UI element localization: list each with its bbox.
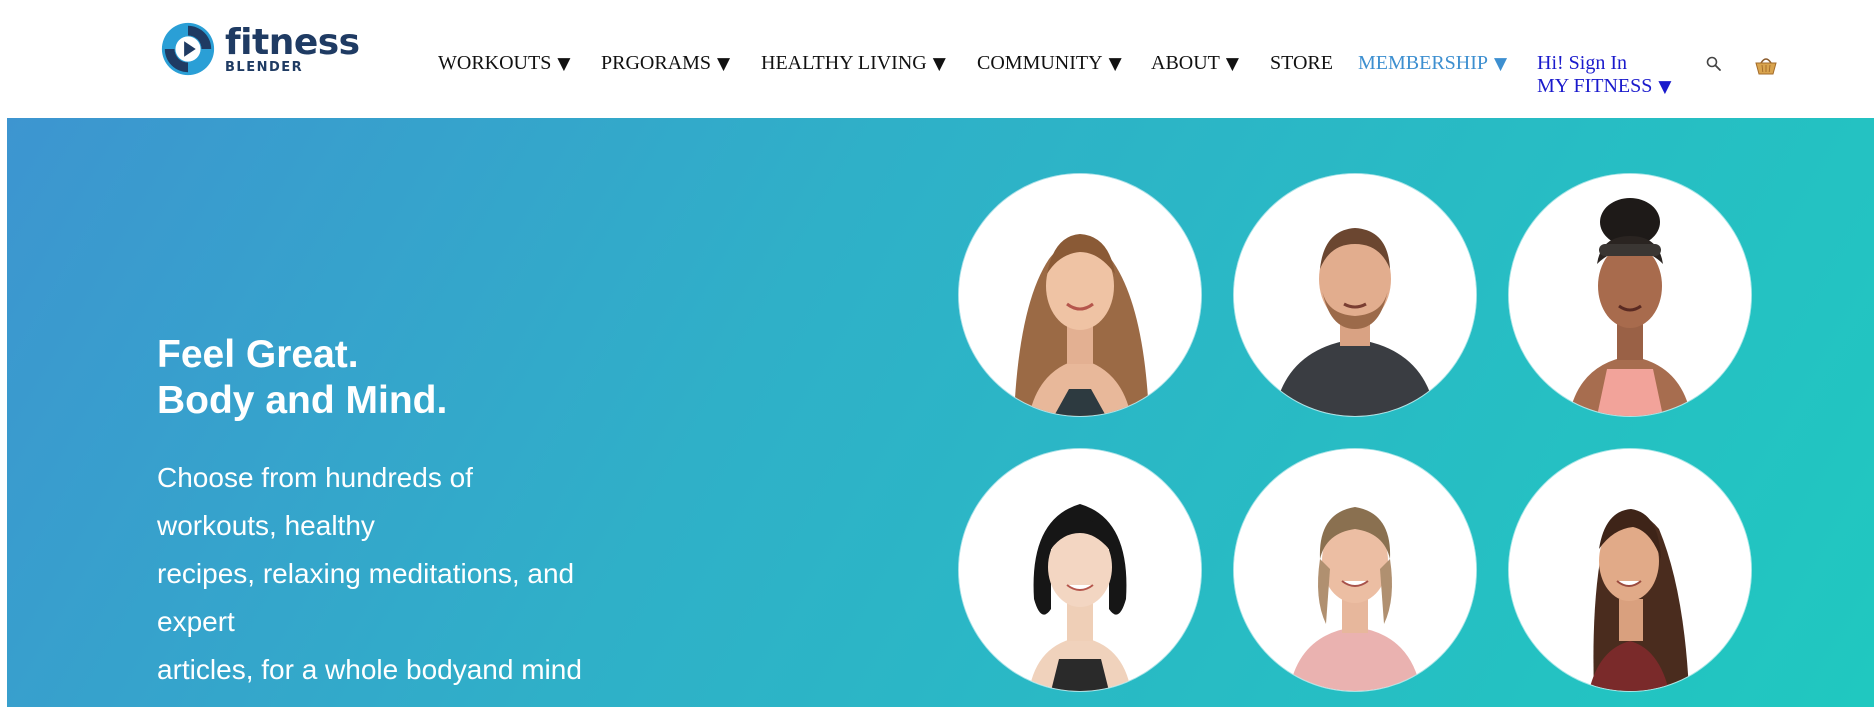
hero-body-line: articles, for a whole bodyand mind xyxy=(157,654,582,685)
basket-icon[interactable] xyxy=(1753,52,1779,78)
sign-in-link[interactable]: Hi! Sign In xyxy=(1537,52,1627,74)
trainer-portrait-6 xyxy=(1509,449,1751,691)
caret-down-icon: ▼ xyxy=(1108,54,1122,74)
nav-community[interactable]: COMMUNITY ▼ xyxy=(977,52,1122,75)
trainer-portrait-2 xyxy=(1234,174,1476,416)
nav-account[interactable]: Hi! Sign In MY FITNESS ▼ xyxy=(1537,52,1671,99)
trainer-avatar-4 xyxy=(959,449,1201,691)
hero-body-line: Choose from hundreds of xyxy=(157,462,473,493)
search-icon[interactable] xyxy=(1705,55,1723,73)
trainer-avatar-2 xyxy=(1234,174,1476,416)
nav-about-label: ABOUT xyxy=(1151,52,1220,74)
trainer-avatar-6 xyxy=(1509,449,1751,691)
nav-workouts[interactable]: WORKOUTS ▼ xyxy=(438,52,570,75)
caret-down-icon: ▼ xyxy=(1658,77,1672,97)
my-fitness-menu[interactable]: MY FITNESS ▼ xyxy=(1537,75,1671,99)
nav-programs-label: PRGORAMS xyxy=(601,52,712,74)
hero-title-line-2: Body and Mind. xyxy=(157,379,448,422)
hero-description: Choose from hundreds of workouts, health… xyxy=(157,454,657,707)
trainer-portrait-1 xyxy=(959,174,1201,416)
trainer-avatar-5 xyxy=(1234,449,1476,691)
trainer-portrait-3 xyxy=(1509,174,1751,416)
hero-body-line: approach to feeling great. xyxy=(157,694,657,707)
nav-workouts-label: WORKOUTS xyxy=(438,52,552,74)
nav-community-label: COMMUNITY xyxy=(977,52,1103,74)
hero-body-line: recipes, relaxing meditations, and xyxy=(157,558,575,589)
hero-title: Feel Great. Body and Mind. xyxy=(157,332,447,424)
hero-body-line: expert xyxy=(157,606,235,637)
nav-healthy-living[interactable]: HEALTHY LIVING ▼ xyxy=(761,52,946,75)
trainer-avatar-3 xyxy=(1509,174,1751,416)
main-nav: WORKOUTS ▼ PRGORAMS ▼ HEALTHY LIVING ▼ COMM… xyxy=(0,0,1874,118)
site-header: fitness BLENDER WORKOUTS ▼ PRGORAMS ▼ HEAL… xyxy=(0,0,1874,118)
caret-down-icon: ▼ xyxy=(1225,54,1239,74)
trainer-avatar-1 xyxy=(959,174,1201,416)
caret-down-icon: ▼ xyxy=(717,54,731,74)
nav-store-label: STORE xyxy=(1270,52,1333,74)
trainer-portrait-5 xyxy=(1234,449,1476,691)
caret-down-icon: ▼ xyxy=(932,54,946,74)
trainer-portrait-4 xyxy=(959,449,1201,691)
nav-membership-label: MEMBERSHIP xyxy=(1358,52,1489,74)
nav-membership[interactable]: MEMBERSHIP ▼ xyxy=(1358,52,1507,75)
caret-down-icon: ▼ xyxy=(1494,54,1508,74)
nav-about[interactable]: ABOUT ▼ xyxy=(1151,52,1239,75)
hero-title-line-1: Feel Great. xyxy=(157,333,359,376)
hero-banner: Feel Great. Body and Mind. Choose from h… xyxy=(7,118,1874,707)
my-fitness-label: MY FITNESS xyxy=(1537,75,1653,97)
caret-down-icon: ▼ xyxy=(557,54,571,74)
nav-healthy-living-label: HEALTHY LIVING xyxy=(761,52,927,74)
nav-store[interactable]: STORE xyxy=(1270,52,1333,75)
hero-body-line: workouts, healthy xyxy=(157,510,375,541)
nav-programs[interactable]: PRGORAMS ▼ xyxy=(601,52,730,75)
